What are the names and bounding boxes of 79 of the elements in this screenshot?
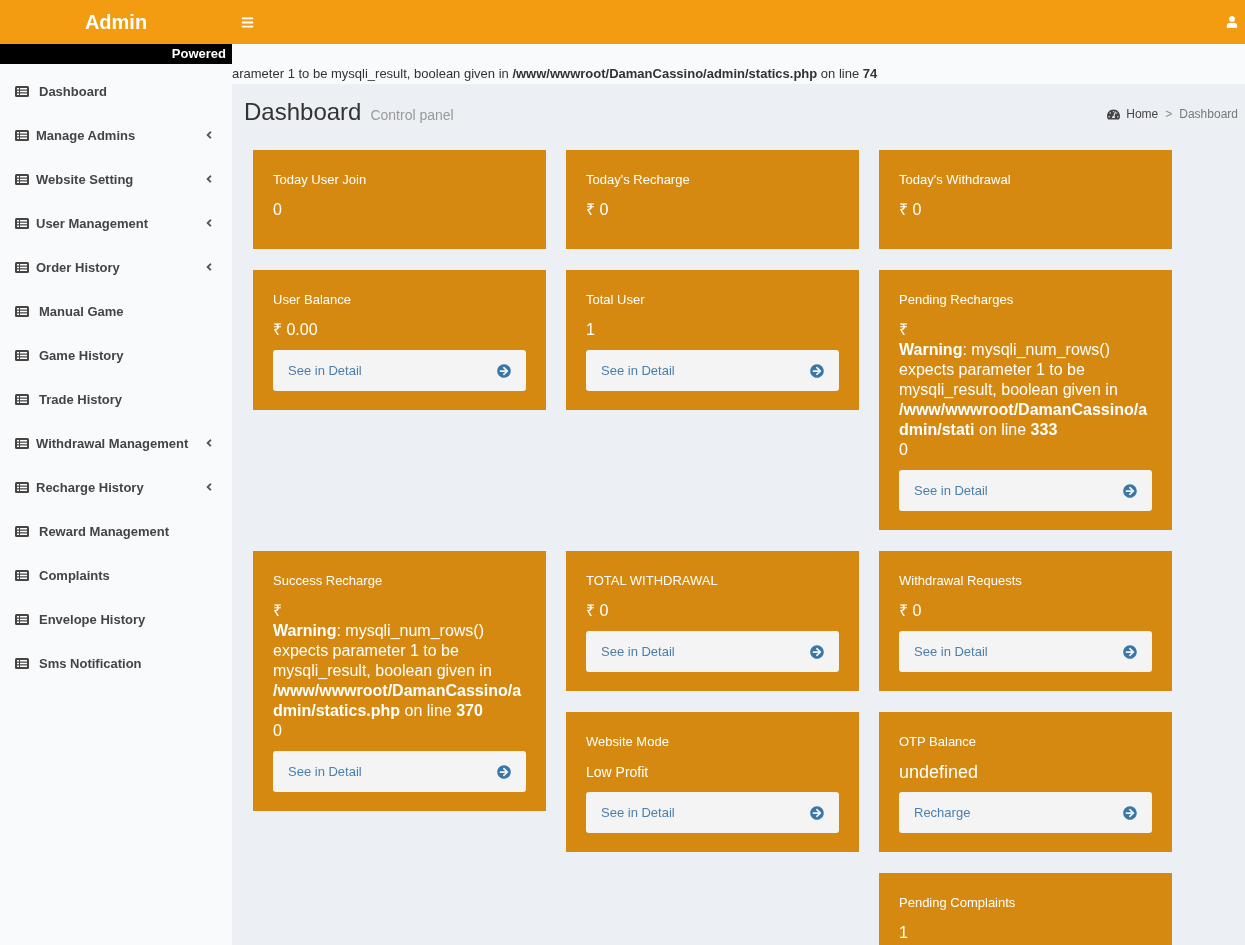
card-title: TOTAL WITHDRAWAL <box>586 573 718 589</box>
card-title: OTP Balance <box>899 734 977 750</box>
sidebar-item[interactable]: Envelope History <box>0 597 232 641</box>
sidebar-item[interactable]: Complaints <box>0 553 232 597</box>
detail-button[interactable]: See in Detail <box>899 631 1152 672</box>
arrow-circle-right-icon <box>810 363 824 378</box>
list-icon <box>15 613 29 625</box>
sidebar-item[interactable]: Withdrawal Management <box>0 421 232 465</box>
detail-button[interactable]: See in Detail <box>586 350 839 391</box>
card-title: Withdrawal Requests <box>899 573 1022 589</box>
detail-button[interactable]: Recharge <box>899 792 1152 833</box>
arrow-circle-right-icon <box>1123 805 1137 820</box>
detail-button[interactable]: See in Detail <box>586 631 839 672</box>
gauge-icon <box>1107 107 1121 121</box>
list-icon <box>15 393 29 405</box>
arrow-circle-right-icon <box>810 644 824 659</box>
card-value: 1 <box>586 320 596 340</box>
list-icon <box>15 657 29 669</box>
logo-text: Admin <box>84 10 148 34</box>
list-icon <box>15 261 29 273</box>
breadcrumb-separator: > <box>1164 107 1174 121</box>
card-title: Website Mode <box>586 734 669 750</box>
arrow-circle-right-icon <box>810 805 824 820</box>
sidebar-item[interactable]: Manage Admins <box>0 113 232 157</box>
sidebar-item[interactable]: Trade History <box>0 377 232 421</box>
page-title: Dashboard <box>244 99 362 125</box>
detail-button[interactable]: See in Detail <box>273 350 526 391</box>
card-value: undefined <box>899 762 980 782</box>
card-value: ₹ Warning: mysqli_num_rows() expects parameter 1 to be mysqli_result, boolean given in /www/wwwroot/DamanCassino/admin/stati on line 333 0 <box>899 320 1149 460</box>
powered-by-banner: Powered <box>0 44 232 64</box>
sidebar-item[interactable]: Reward Management <box>0 509 232 553</box>
detail-button[interactable]: See in Detail <box>273 751 526 792</box>
sidebar-item[interactable]: Dashboard <box>0 69 232 113</box>
list-icon <box>15 481 29 493</box>
card-value: 1 <box>899 923 909 943</box>
list-icon <box>15 437 29 449</box>
user-button[interactable] <box>1226 16 1238 28</box>
menu-button[interactable] <box>241 15 254 29</box>
list-icon <box>15 305 29 317</box>
detail-button[interactable]: See in Detail <box>899 470 1152 511</box>
list-icon <box>15 85 29 97</box>
card-value: ₹ 0 <box>586 200 610 220</box>
arrow-circle-right-icon <box>497 764 511 779</box>
breadcrumb-current: Dashboard <box>1179 107 1238 121</box>
error-message: arameter 1 to be mysqli_result, boolean given in /www/wwwroot/DamanCassino/admin/statics.php on line 74 <box>232 66 878 81</box>
sidebar-item[interactable]: Sms Notification <box>0 641 232 685</box>
card-value: ₹ 0 <box>899 200 923 220</box>
arrow-circle-right-icon <box>1123 483 1137 498</box>
card-title: Today User Join <box>273 172 367 188</box>
list-icon <box>15 525 29 537</box>
sidebar-item[interactable]: Website Setting <box>0 157 232 201</box>
breadcrumb-home-link[interactable]: Home <box>1107 107 1159 121</box>
card-title: Total User <box>586 292 645 308</box>
card-title: Today's Recharge <box>586 172 690 188</box>
list-icon <box>15 173 29 185</box>
card-value: 0 <box>273 200 283 220</box>
card-value: Low Profit <box>586 763 650 782</box>
sidebar-item[interactable]: Game History <box>0 333 232 377</box>
card-title: Success Recharge <box>273 573 383 589</box>
card-title: Today's Withdrawal <box>899 172 1011 188</box>
sidebar-item[interactable]: Order History <box>0 245 232 289</box>
card-title: Pending Recharges <box>899 292 1014 308</box>
sidebar-item[interactable]: User Management <box>0 201 232 245</box>
card-title: User Balance <box>273 292 352 308</box>
card-title: Pending Complaints <box>899 895 1016 911</box>
list-icon <box>15 129 29 141</box>
arrow-circle-right-icon <box>497 363 511 378</box>
list-icon <box>15 217 29 229</box>
card-value: ₹ 0 <box>586 601 610 621</box>
card-value: ₹ 0.00 <box>273 320 319 340</box>
sidebar-item[interactable]: Recharge History <box>0 465 232 509</box>
list-icon <box>15 569 29 581</box>
detail-button[interactable]: See in Detail <box>586 792 839 833</box>
sidebar-item[interactable]: Manual Game <box>0 289 232 333</box>
card-value: ₹ 0 <box>899 601 923 621</box>
list-icon <box>15 349 29 361</box>
card-value: ₹ Warning: mysqli_num_rows() expects parameter 1 to be mysqli_result, boolean given in /www/wwwroot/DamanCassino/admin/statics.php on line 370 0 <box>273 601 523 741</box>
page-subtitle: Control panel <box>370 107 454 123</box>
arrow-circle-right-icon <box>1123 644 1137 659</box>
